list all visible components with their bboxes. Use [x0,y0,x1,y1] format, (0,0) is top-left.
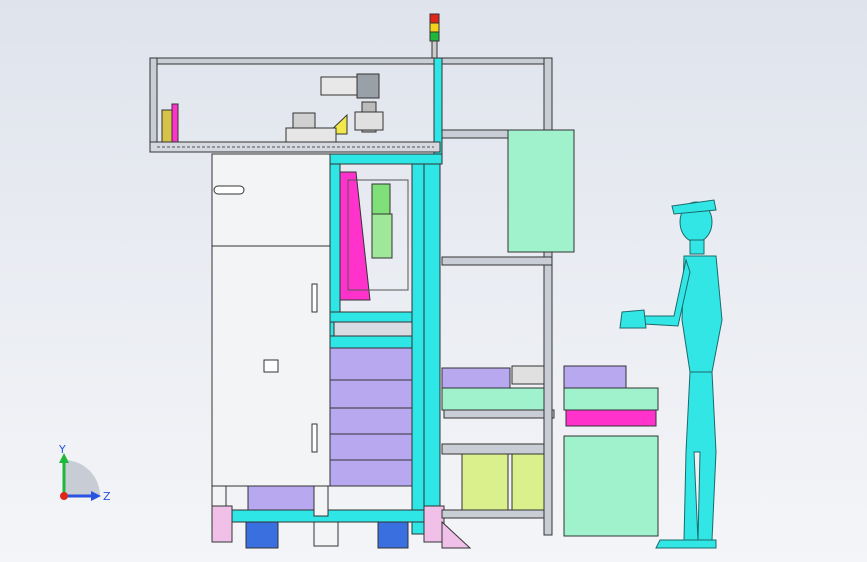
internal-mechanism [329,171,413,349]
top-enclosure [149,57,443,159]
y-axis-label: Y [58,443,66,456]
electrical-cabinet [211,153,333,487]
cad-viewport[interactable]: Y Z [0,0,867,562]
top-mechanism [161,73,384,143]
side-table [563,365,659,537]
axis-triad: Y Z [58,443,111,503]
z-axis-label: Z [103,490,111,503]
machine-drawing: Y Z [58,13,723,549]
lower-right-frame [441,264,555,536]
signal-tower [429,13,440,59]
right-upper-frame [441,57,575,269]
x-axis-origin [60,492,68,500]
